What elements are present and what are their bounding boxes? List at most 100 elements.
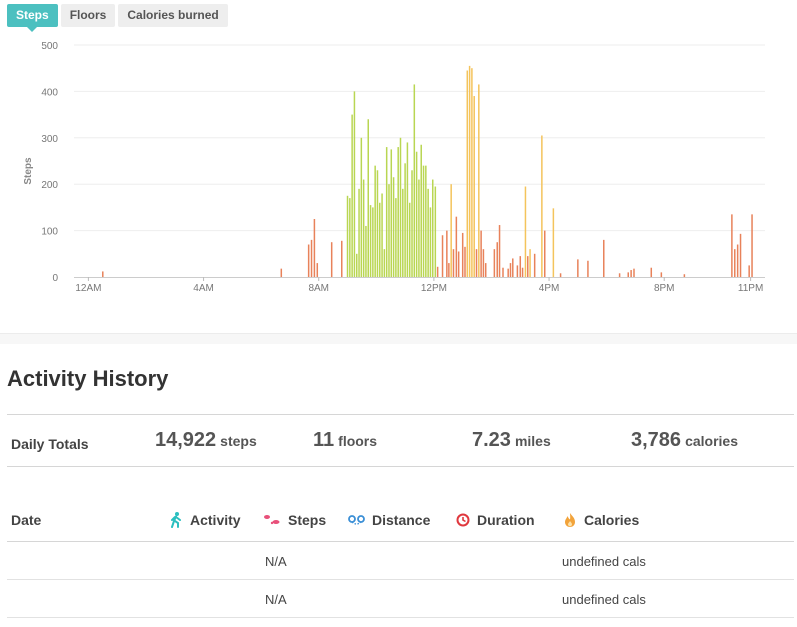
total-floors-value: 11 bbox=[313, 429, 335, 451]
steps-bar bbox=[603, 239, 605, 277]
steps-bar bbox=[751, 214, 753, 277]
steps-bar bbox=[431, 179, 434, 277]
steps-bar bbox=[660, 272, 663, 277]
column-header-duration[interactable]: Duration bbox=[456, 512, 535, 528]
steps-bar bbox=[448, 263, 450, 277]
steps-bar bbox=[533, 253, 536, 277]
daily-totals-label: Daily Totals bbox=[11, 436, 89, 452]
column-header-date[interactable]: Date bbox=[11, 512, 41, 528]
steps-bar bbox=[310, 239, 313, 277]
steps-bar bbox=[379, 202, 381, 277]
column-header-distance[interactable]: Distance bbox=[348, 512, 430, 528]
steps-bar bbox=[475, 249, 478, 277]
steps-bar bbox=[519, 256, 522, 277]
column-header-activity-label: Activity bbox=[190, 512, 241, 528]
steps-bar bbox=[427, 188, 429, 277]
tab-calories-burned[interactable]: Calories burned bbox=[118, 4, 228, 27]
steps-bar bbox=[341, 240, 343, 277]
steps-bar bbox=[372, 207, 374, 277]
steps-bar bbox=[362, 179, 365, 277]
column-header-calories-label: Calories bbox=[584, 512, 640, 528]
y-tick-label: 300 bbox=[41, 134, 58, 145]
steps-bar bbox=[381, 193, 383, 277]
steps-bar bbox=[353, 91, 356, 278]
x-tick-label: 11PM bbox=[738, 283, 763, 294]
steps-bar bbox=[683, 274, 686, 277]
steps-bar bbox=[618, 273, 621, 277]
tab-steps[interactable]: Steps bbox=[7, 4, 58, 32]
steps-bar bbox=[633, 268, 635, 277]
steps-bar bbox=[541, 135, 543, 277]
steps-bar bbox=[374, 165, 376, 277]
steps-bar bbox=[413, 84, 416, 277]
y-tick-label: 400 bbox=[41, 87, 58, 98]
steps-bar bbox=[102, 271, 104, 277]
steps-bar bbox=[397, 147, 399, 277]
steps-bar bbox=[452, 249, 455, 277]
row-calories-value: undefined cals bbox=[562, 554, 646, 569]
total-steps-unit: steps bbox=[220, 433, 257, 449]
steps-bar bbox=[739, 233, 742, 277]
steps-bar bbox=[484, 263, 487, 277]
x-tick-label: 12PM bbox=[421, 283, 447, 294]
steps-bar bbox=[627, 272, 629, 277]
row-calories-value: undefined cals bbox=[562, 592, 646, 607]
steps-bar bbox=[388, 184, 390, 277]
steps-bar bbox=[399, 137, 402, 277]
steps-bar bbox=[473, 96, 475, 277]
steps-bar bbox=[630, 270, 632, 277]
steps-bar bbox=[461, 232, 464, 277]
steps-bar bbox=[457, 251, 460, 277]
steps-bar bbox=[455, 216, 458, 277]
y-tick-label: 100 bbox=[41, 227, 58, 238]
row-divider bbox=[7, 617, 794, 618]
tab-floors[interactable]: Floors bbox=[60, 4, 116, 27]
steps-bar bbox=[496, 242, 498, 277]
steps-bar bbox=[464, 246, 466, 277]
steps-bar bbox=[559, 273, 562, 277]
steps-bar bbox=[415, 151, 418, 277]
y-tick-label: 0 bbox=[52, 273, 58, 284]
column-header-steps[interactable]: Steps bbox=[263, 512, 326, 528]
column-header-date-label: Date bbox=[11, 512, 42, 528]
divider bbox=[7, 466, 794, 467]
steps-bar bbox=[552, 208, 555, 277]
column-header-activity[interactable]: Activity bbox=[169, 512, 241, 528]
steps-bar bbox=[404, 163, 406, 277]
y-tick-label: 500 bbox=[41, 41, 58, 52]
x-tick-label: 12AM bbox=[75, 283, 101, 294]
steps-bar bbox=[507, 268, 509, 277]
y-tick-label: 200 bbox=[41, 180, 58, 191]
total-floors-unit: floors bbox=[338, 433, 378, 449]
steps-bar bbox=[408, 202, 411, 277]
walking-person-icon bbox=[171, 512, 181, 528]
steps-bar bbox=[425, 165, 427, 277]
steps-bar bbox=[512, 258, 514, 277]
steps-bar bbox=[446, 230, 448, 277]
steps-bar bbox=[395, 198, 397, 277]
steps-bar bbox=[307, 244, 310, 277]
total-calories: 3,786 calories bbox=[631, 429, 738, 452]
steps-bar bbox=[516, 265, 519, 277]
steps-bar bbox=[436, 266, 439, 277]
steps-bar bbox=[577, 259, 579, 277]
steps-bar bbox=[429, 207, 432, 277]
column-header-calories[interactable]: Calories bbox=[563, 512, 639, 528]
steps-bar bbox=[521, 267, 524, 277]
total-calories-unit: calories bbox=[685, 433, 738, 449]
steps-bar bbox=[543, 230, 546, 277]
footprints-icon bbox=[264, 515, 280, 525]
steps-bar bbox=[502, 267, 504, 277]
divider bbox=[7, 541, 794, 542]
row-divider bbox=[7, 579, 794, 580]
column-header-duration-label: Duration bbox=[477, 512, 535, 528]
total-steps-value: 14,922 bbox=[155, 429, 217, 451]
x-tick-label: 4PM bbox=[539, 283, 560, 294]
steps-bar bbox=[434, 186, 437, 277]
row-steps-value: N/A bbox=[265, 554, 287, 569]
steps-bar bbox=[402, 188, 404, 277]
steps-bar bbox=[422, 165, 425, 277]
steps-bar bbox=[376, 170, 379, 277]
steps-bar bbox=[748, 265, 750, 277]
column-header-steps-label: Steps bbox=[288, 512, 327, 528]
